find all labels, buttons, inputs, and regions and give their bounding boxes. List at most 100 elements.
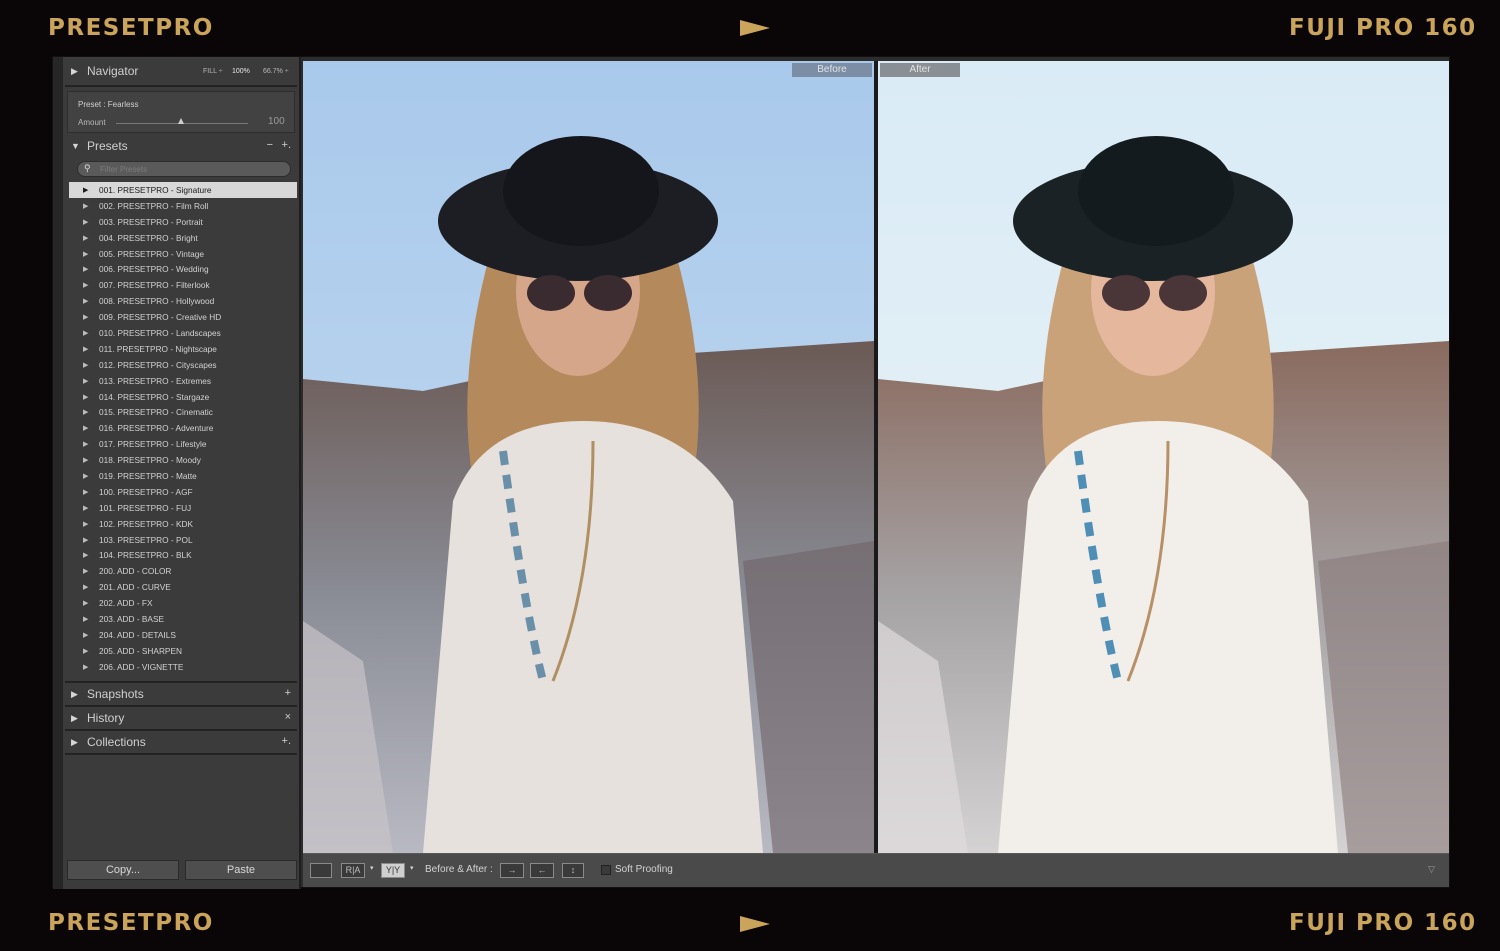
preset-name-label: Preset : Fearless xyxy=(78,100,139,109)
preset-item[interactable]: ▶ 015. PRESETPRO - Cinematic xyxy=(69,404,297,420)
paste-button[interactable]: Paste xyxy=(185,860,297,880)
preset-item-label: 015. PRESETPRO - Cinematic xyxy=(99,407,213,418)
chevron-down-icon[interactable]: ▾ xyxy=(370,864,374,872)
preset-item[interactable]: ▶ 201. ADD - CURVE xyxy=(69,579,297,595)
triangle-right-icon: ▶ xyxy=(83,266,89,274)
preset-item[interactable]: ▶ 001. PRESETPRO - Signature xyxy=(69,182,297,198)
triangle-right-icon: ▶ xyxy=(83,647,89,655)
divider xyxy=(65,85,297,87)
remove-preset-icon[interactable]: − xyxy=(267,139,273,151)
chevron-down-icon[interactable]: ▾ xyxy=(410,864,414,872)
preset-item[interactable]: ▶ 014. PRESETPRO - Stargaze xyxy=(69,389,297,405)
preset-item[interactable]: ▶ 200. ADD - COLOR xyxy=(69,563,297,579)
brand-top-right: FUJI PRO 160 xyxy=(1289,15,1477,41)
preset-item[interactable]: ▶ 016. PRESETPRO - Adventure xyxy=(69,420,297,436)
presets-header[interactable]: ▼ Presets − +. xyxy=(65,136,297,158)
preset-item[interactable]: ▶ 005. PRESETPRO - Vintage xyxy=(69,246,297,262)
preset-item-label: 100. PRESETPRO - AGF xyxy=(99,486,193,497)
preset-item[interactable]: ▶ 017. PRESETPRO - Lifestyle xyxy=(69,436,297,452)
navigator-header[interactable]: ▶ Navigator FILL ÷ 100% 66.7% ÷ xyxy=(65,61,297,83)
preset-item-label: 102. PRESETPRO - KDK xyxy=(99,518,194,529)
preset-item[interactable]: ▶ 012. PRESETPRO - Cityscapes xyxy=(69,357,297,373)
navigator-fill[interactable]: FILL ÷ xyxy=(203,68,223,75)
preset-item[interactable]: ▶ 019. PRESETPRO - Matte xyxy=(69,468,297,484)
navigator-zoom-custom[interactable]: 66.7% ÷ xyxy=(263,68,289,75)
before-photo[interactable]: Before xyxy=(303,61,874,853)
preset-item-label: 003. PRESETPRO - Portrait xyxy=(99,216,203,227)
triangle-right-icon: ▶ xyxy=(83,282,89,290)
lightroom-window: ▶ Navigator FILL ÷ 100% 66.7% ÷ Preset :… xyxy=(52,56,1450,889)
preset-item[interactable]: ▶ 010. PRESETPRO - Landscapes xyxy=(69,325,297,341)
swap-before-after-button[interactable]: ↕ xyxy=(562,863,584,878)
triangle-right-icon: ▶ xyxy=(83,441,89,449)
preset-item[interactable]: ▶ 100. PRESETPRO - AGF xyxy=(69,484,297,500)
preset-item[interactable]: ▶ 206. ADD - VIGNETTE xyxy=(69,659,297,675)
triangle-right-icon: ▶ xyxy=(71,66,78,76)
loupe-view-button[interactable] xyxy=(310,863,332,878)
preset-item[interactable]: ▶ 002. PRESETPRO - Film Roll xyxy=(69,198,297,214)
collections-header[interactable]: ▶ Collections +. xyxy=(65,732,297,754)
copy-after-to-before-button[interactable]: ← xyxy=(530,863,554,878)
preset-item[interactable]: ▶ 202. ADD - FX xyxy=(69,595,297,611)
snapshots-title: Snapshots xyxy=(87,687,144,701)
copy-button[interactable]: Copy... xyxy=(67,860,179,880)
preset-item[interactable]: ▶ 102. PRESETPRO - KDK xyxy=(69,516,297,532)
preset-item[interactable]: ▶ 006. PRESETPRO - Wedding xyxy=(69,261,297,277)
history-header[interactable]: ▶ History × xyxy=(65,708,297,730)
brand-top-left: PRESETPRO xyxy=(48,15,214,41)
navigator-zoom-100[interactable]: 100% xyxy=(232,68,250,75)
copy-before-to-after-button[interactable]: → xyxy=(500,863,524,878)
after-photo[interactable]: After xyxy=(878,61,1449,853)
clear-history-icon[interactable]: × xyxy=(285,711,291,723)
preset-item[interactable]: ▶ 003. PRESETPRO - Portrait xyxy=(69,214,297,230)
triangle-right-icon: ▶ xyxy=(83,298,89,306)
amount-slider-knob[interactable] xyxy=(178,118,184,124)
preset-item[interactable]: ▶ 101. PRESETPRO - FUJ xyxy=(69,500,297,516)
preset-item[interactable]: ▶ 008. PRESETPRO - Hollywood xyxy=(69,293,297,309)
preset-item-label: 005. PRESETPRO - Vintage xyxy=(99,248,204,259)
preset-item[interactable]: ▶ 004. PRESETPRO - Bright xyxy=(69,230,297,246)
toolbar-menu-icon[interactable]: ▽ xyxy=(1428,864,1435,875)
preset-item-label: 017. PRESETPRO - Lifestyle xyxy=(99,439,207,450)
before-label: Before xyxy=(792,63,872,77)
preset-item-label: 101. PRESETPRO - FUJ xyxy=(99,502,192,513)
preset-item-label: 001. PRESETPRO - Signature xyxy=(99,185,212,195)
left-panel: ▶ Navigator FILL ÷ 100% 66.7% ÷ Preset :… xyxy=(53,57,301,889)
triangle-down-icon: ▼ xyxy=(71,141,80,151)
preset-item[interactable]: ▶ 104. PRESETPRO - BLK xyxy=(69,547,297,563)
preset-item[interactable]: ▶ 018. PRESETPRO - Moody xyxy=(69,452,297,468)
preset-item-label: 008. PRESETPRO - Hollywood xyxy=(99,296,215,307)
preset-item-label: 011. PRESETPRO - Nightscape xyxy=(99,343,217,354)
preset-item[interactable]: ▶ 205. ADD - SHARPEN xyxy=(69,643,297,659)
triangle-right-icon: ▶ xyxy=(83,187,89,194)
triangle-right-icon: ▶ xyxy=(83,250,89,258)
preset-item[interactable]: ▶ 007. PRESETPRO - Filterlook xyxy=(69,277,297,293)
soft-proofing-label[interactable]: Soft Proofing xyxy=(615,864,673,875)
add-snapshot-icon[interactable]: + xyxy=(285,687,291,699)
triangle-right-icon: ▶ xyxy=(83,568,89,576)
before-after-left-right-button[interactable]: R|A xyxy=(341,863,365,878)
triangle-right-icon: ▶ xyxy=(71,689,78,699)
preset-item-label: 016. PRESETPRO - Adventure xyxy=(99,423,214,434)
divider xyxy=(65,729,297,731)
triangle-right-icon: ▶ xyxy=(83,202,89,210)
divider xyxy=(65,681,297,683)
preset-item[interactable]: ▶ 011. PRESETPRO - Nightscape xyxy=(69,341,297,357)
add-preset-icon[interactable]: +. xyxy=(282,139,291,151)
filter-presets-input[interactable]: ⚲ Filter Presets xyxy=(77,161,291,177)
preset-item[interactable]: ▶ 013. PRESETPRO - Extremes xyxy=(69,373,297,389)
preset-item-label: 201. ADD - CURVE xyxy=(99,582,171,593)
add-collection-icon[interactable]: +. xyxy=(282,735,291,747)
before-after-label: Before & After : xyxy=(425,864,493,875)
triangle-right-icon: ▶ xyxy=(83,536,89,544)
soft-proofing-checkbox[interactable] xyxy=(601,865,611,875)
preset-item[interactable]: ▶ 204. ADD - DETAILS xyxy=(69,627,297,643)
before-after-top-bottom-button[interactable]: Y|Y xyxy=(381,863,405,878)
snapshots-header[interactable]: ▶ Snapshots + xyxy=(65,684,297,706)
history-title: History xyxy=(87,711,125,725)
preset-item[interactable]: ▶ 103. PRESETPRO - POL xyxy=(69,532,297,548)
triangle-right-icon: ▶ xyxy=(83,457,89,465)
preset-item[interactable]: ▶ 203. ADD - BASE xyxy=(69,611,297,627)
amount-value[interactable]: 100 xyxy=(268,116,285,127)
preset-item[interactable]: ▶ 009. PRESETPRO - Creative HD xyxy=(69,309,297,325)
